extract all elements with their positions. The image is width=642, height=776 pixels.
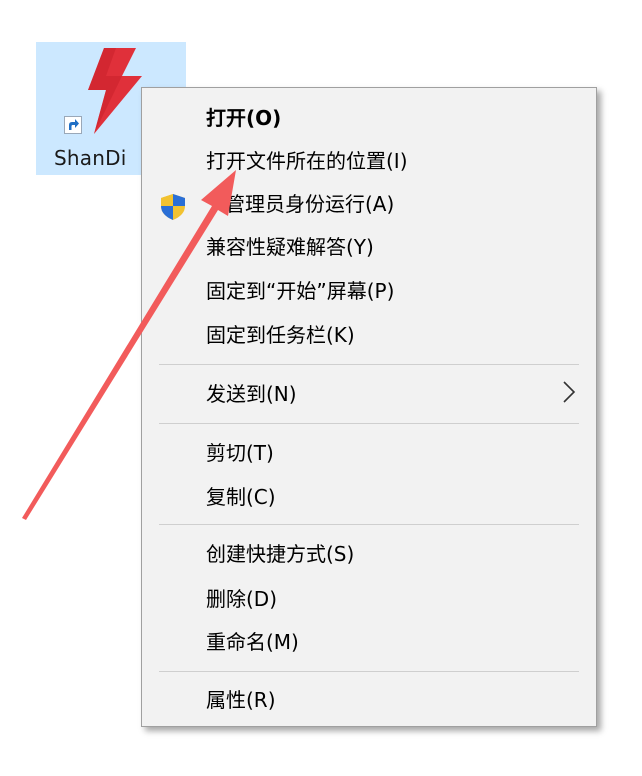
menu-separator: [159, 671, 579, 672]
shortcut-arrow-icon: [64, 116, 82, 134]
menu-item-send-to[interactable]: 发送到(N): [206, 380, 297, 408]
menu-item-properties[interactable]: 属性(R): [206, 686, 276, 714]
menu-item-open[interactable]: 打开(O): [206, 104, 281, 132]
menu-item-create-shortcut[interactable]: 创建快捷方式(S): [206, 540, 354, 568]
menu-item-pin-to-taskbar[interactable]: 固定到任务栏(K): [206, 321, 355, 349]
menu-item-troubleshoot-compat[interactable]: 兼容性疑难解答(Y): [206, 233, 374, 261]
menu-separator: [159, 423, 579, 424]
menu-item-run-as-admin[interactable]: 管理员身份运行(A): [225, 190, 394, 218]
menu-item-rename[interactable]: 重命名(M): [206, 628, 299, 656]
desktop: ShanDi 打开(O) 打开文件所在的位置(I) 管理员身份运行(A) 兼容性…: [0, 0, 642, 776]
context-menu: 打开(O) 打开文件所在的位置(I) 管理员身份运行(A) 兼容性疑难解答(Y)…: [141, 87, 597, 727]
menu-item-pin-to-start[interactable]: 固定到“开始”屏幕(P): [206, 277, 394, 305]
shortcut-label: ShanDi: [54, 146, 127, 170]
menu-item-open-file-location[interactable]: 打开文件所在的位置(I): [206, 147, 408, 175]
chevron-right-icon: [563, 381, 576, 403]
uac-shield-icon: [161, 194, 185, 220]
menu-item-delete[interactable]: 删除(D): [206, 585, 277, 613]
menu-separator: [159, 364, 579, 365]
lightning-bolt-icon: [88, 48, 142, 134]
menu-separator: [159, 524, 579, 525]
menu-item-cut[interactable]: 剪切(T): [206, 439, 274, 467]
menu-item-copy[interactable]: 复制(C): [206, 483, 276, 511]
